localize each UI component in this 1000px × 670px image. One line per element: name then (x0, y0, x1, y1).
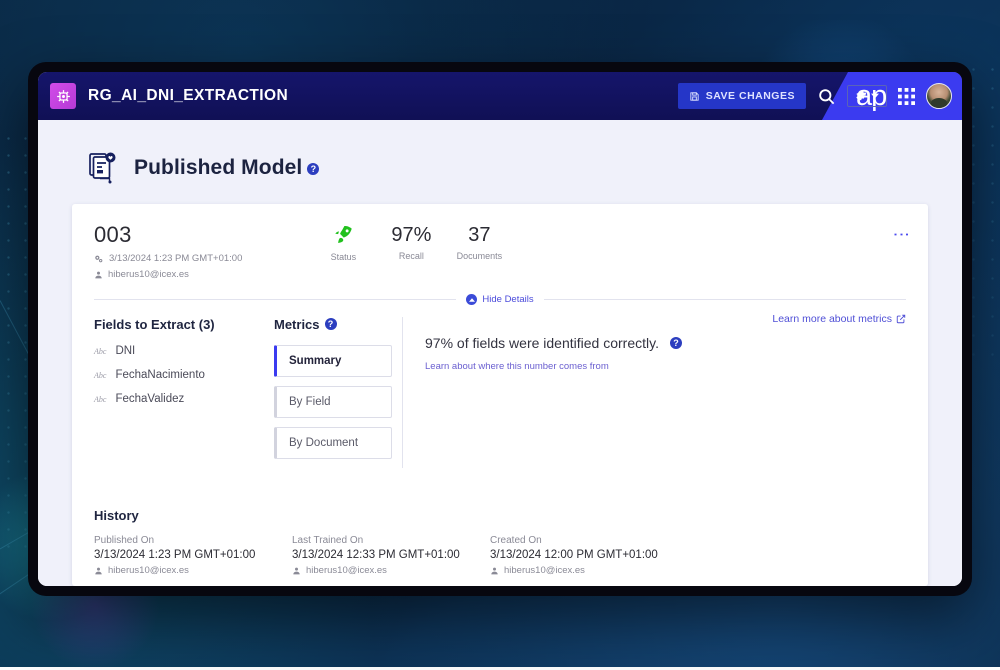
model-user: hiberus10@icex.es (108, 269, 189, 280)
metrics-content-panel: Learn more about metrics 97% of fields w… (402, 317, 906, 468)
learn-more-label: Learn more about metrics (772, 313, 892, 325)
history-user-line: hiberus10@icex.es (490, 565, 688, 576)
stat-recall: 97% Recall (388, 224, 434, 262)
history-value: 3/13/2024 1:23 PM GMT+01:00 (94, 549, 292, 561)
model-timestamp-line: 3/13/2024 1:23 PM GMT+01:00 (94, 253, 242, 264)
floppy-save-icon (689, 91, 700, 102)
page-title: Published Model (134, 156, 302, 179)
page-header: Published Model? (86, 150, 928, 186)
chip-icon (50, 83, 76, 109)
divider-right (544, 299, 906, 300)
metrics-source-link[interactable]: Learn about where this number comes from (425, 361, 906, 372)
learn-more-about-metrics-link[interactable]: Learn more about metrics (772, 313, 906, 325)
person-icon (292, 566, 301, 576)
external-link-icon (896, 314, 906, 324)
field-item[interactable]: Abc DNI (94, 345, 274, 357)
model-summary-row: 003 3/13/2024 1:23 PM GMT+01:00 (94, 222, 906, 280)
stat-documents: 37 Documents (456, 224, 502, 262)
save-changes-label: SAVE CHANGES (706, 90, 795, 102)
field-name: FechaNacimiento (115, 369, 204, 381)
fields-to-extract-title: Fields to Extract (3) (94, 317, 274, 332)
stat-documents-value: 37 (456, 224, 502, 247)
model-id: 003 (94, 222, 242, 248)
history-grid: Published On 3/13/2024 1:23 PM GMT+01:00… (94, 535, 906, 576)
divider-left (94, 299, 456, 300)
tab-by-field[interactable]: By Field (274, 386, 392, 418)
laptop-frame: RG_AI_DNI_EXTRACTION SAVE CHANGES (28, 62, 972, 596)
model-timestamp: 3/13/2024 1:23 PM GMT+01:00 (109, 253, 242, 264)
stat-documents-label: Documents (456, 251, 502, 261)
model-identity: 003 3/13/2024 1:23 PM GMT+01:00 (94, 222, 242, 280)
more-vertical-icon[interactable]: ⋮ (895, 222, 906, 243)
field-name: DNI (115, 345, 135, 357)
search-icon[interactable] (817, 87, 836, 106)
caret-up-circle-icon (466, 294, 477, 305)
person-icon (490, 566, 499, 576)
metrics-headline-help-icon[interactable]: ? (670, 337, 682, 349)
save-changes-button[interactable]: SAVE CHANGES (678, 83, 806, 109)
history-entry-created: Created On 3/13/2024 12:00 PM GMT+01:00 … (490, 535, 688, 576)
person-icon (94, 270, 103, 280)
app-screen: RG_AI_DNI_EXTRACTION SAVE CHANGES (38, 72, 962, 586)
hide-details-label: Hide Details (482, 294, 533, 305)
page-body: Published Model? 003 (38, 120, 962, 586)
history-user: hiberus10@icex.es (504, 565, 585, 576)
user-avatar[interactable] (926, 83, 952, 109)
field-item[interactable]: Abc FechaValidez (94, 393, 274, 405)
abc-text-icon: Abc (94, 395, 106, 404)
history-value: 3/13/2024 12:00 PM GMT+01:00 (490, 549, 688, 561)
top-bar-actions: SAVE CHANGES (678, 83, 962, 109)
settings-dropdown-button[interactable] (847, 85, 887, 107)
stat-recall-label: Recall (388, 251, 434, 261)
metrics-headline-text: 97% of fields were identified correctly. (425, 335, 659, 351)
stat-status: Status (320, 224, 366, 262)
fields-to-extract-panel: Fields to Extract (3) Abc DNI Abc FechaN… (94, 317, 274, 468)
metrics-headline: 97% of fields were identified correctly.… (425, 335, 906, 351)
history-user-line: hiberus10@icex.es (94, 565, 292, 576)
history-label: Last Trained On (292, 535, 490, 546)
grid-apps-icon[interactable] (898, 88, 915, 105)
person-icon (94, 566, 103, 576)
hide-details-toggle[interactable]: Hide Details (466, 294, 533, 305)
history-user-line: hiberus10@icex.es (292, 565, 490, 576)
history-entry-published: Published On 3/13/2024 1:23 PM GMT+01:00… (94, 535, 292, 576)
published-model-card: 003 3/13/2024 1:23 PM GMT+01:00 (72, 204, 928, 586)
history-label: Created On (490, 535, 688, 546)
abc-text-icon: Abc (94, 347, 106, 356)
field-item[interactable]: Abc FechaNacimiento (94, 369, 274, 381)
published-model-icon (86, 150, 122, 186)
metrics-panel: Metrics? Summary By Field By Document (274, 317, 402, 468)
app-title: RG_AI_DNI_EXTRACTION (88, 87, 288, 105)
stat-recall-value: 97% (388, 224, 434, 247)
rocket-icon (320, 224, 366, 248)
metrics-title: Metrics? (274, 317, 402, 332)
hide-details-row: Hide Details (94, 294, 906, 305)
tab-summary[interactable]: Summary (274, 345, 392, 377)
model-stats: Status 97% Recall 37 Documents (320, 222, 502, 262)
history-section: History Published On 3/13/2024 1:23 PM G… (94, 508, 906, 576)
history-label: Published On (94, 535, 292, 546)
metrics-help-icon[interactable]: ? (325, 318, 337, 330)
tab-by-document[interactable]: By Document (274, 427, 392, 459)
app-top-bar: RG_AI_DNI_EXTRACTION SAVE CHANGES (38, 72, 962, 120)
gears-icon (94, 254, 104, 264)
history-title: History (94, 508, 906, 523)
history-user: hiberus10@icex.es (306, 565, 387, 576)
model-user-line: hiberus10@icex.es (94, 269, 242, 280)
chevron-down-icon (871, 93, 879, 99)
field-name: FechaValidez (115, 393, 184, 405)
stat-status-label: Status (320, 252, 366, 262)
history-entry-last-trained: Last Trained On 3/13/2024 12:33 PM GMT+0… (292, 535, 490, 576)
abc-text-icon: Abc (94, 371, 106, 380)
history-user: hiberus10@icex.es (108, 565, 189, 576)
page-title-help-icon[interactable]: ? (307, 163, 319, 175)
details-section: Fields to Extract (3) Abc DNI Abc FechaN… (94, 317, 906, 468)
gear-icon (855, 90, 867, 102)
history-value: 3/13/2024 12:33 PM GMT+01:00 (292, 549, 490, 561)
metrics-title-label: Metrics (274, 317, 320, 332)
